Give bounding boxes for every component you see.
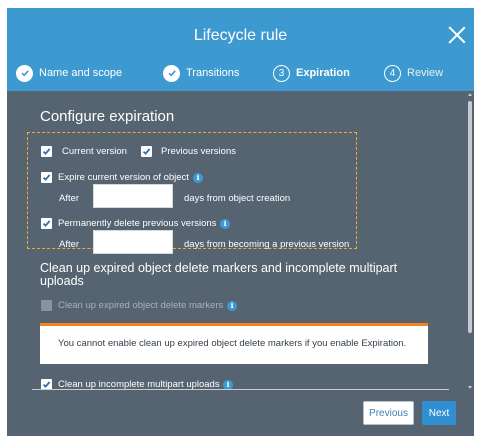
delete-previous-suffix: days from becoming a previous version bbox=[184, 239, 350, 250]
after-label: After bbox=[59, 239, 80, 250]
delete-previous-days-input[interactable] bbox=[93, 230, 173, 254]
delete-markers-checkbox[interactable] bbox=[41, 300, 52, 311]
dialog-body[interactable]: Configure expiration Current version Pre… bbox=[7, 91, 474, 391]
info-icon[interactable]: i bbox=[227, 301, 237, 311]
lifecycle-rule-dialog: Lifecycle rule Name and scope Transition… bbox=[7, 8, 474, 436]
info-icon[interactable]: i bbox=[193, 173, 203, 183]
check-circle-icon bbox=[163, 64, 180, 82]
dialog-title: Lifecycle rule bbox=[193, 27, 288, 44]
delete-previous-checkbox[interactable] bbox=[41, 218, 52, 229]
scroll-up-arrow-icon[interactable] bbox=[468, 93, 472, 96]
dialog-header: Lifecycle rule Name and scope Transition… bbox=[7, 8, 474, 91]
step-label: Expiration bbox=[296, 67, 350, 79]
step-label: Name and scope bbox=[39, 67, 123, 79]
expire-current-suffix: days from object creation bbox=[184, 193, 291, 204]
step-expiration[interactable]: 3 Expiration bbox=[273, 63, 350, 83]
step-number-badge: 3 bbox=[273, 64, 290, 82]
step-review[interactable]: 4 Review bbox=[384, 63, 443, 83]
check-circle-icon bbox=[16, 64, 33, 82]
footer-divider bbox=[32, 389, 449, 390]
expiration-warning-notice: You cannot enable clean up expired objec… bbox=[40, 323, 428, 364]
expire-current-label: Expire current version of object bbox=[58, 172, 189, 183]
step-transitions[interactable]: Transitions bbox=[163, 63, 239, 83]
delete-previous-label: Permanently delete previous versions bbox=[58, 218, 217, 229]
wizard-steps: Name and scope Transitions 3 Expiration … bbox=[7, 63, 474, 83]
delete-markers-label: Clean up expired object delete markers bbox=[58, 300, 224, 311]
vertical-scrollbar[interactable] bbox=[466, 91, 474, 391]
expire-current-checkbox[interactable] bbox=[41, 172, 52, 183]
expire-current-days-input[interactable] bbox=[93, 184, 173, 208]
configure-expiration-title: Configure expiration bbox=[40, 108, 175, 125]
step-label: Review bbox=[407, 67, 444, 79]
next-button[interactable]: Next bbox=[422, 401, 456, 425]
scroll-down-arrow-icon[interactable] bbox=[468, 386, 472, 389]
previous-versions-checkbox[interactable] bbox=[141, 146, 152, 157]
scroll-thumb[interactable] bbox=[468, 101, 472, 333]
current-version-label: Current version bbox=[62, 146, 127, 157]
info-icon[interactable]: i bbox=[220, 219, 230, 229]
after-label: After bbox=[59, 193, 80, 204]
step-name-and-scope[interactable]: Name and scope bbox=[16, 63, 122, 83]
step-number-badge: 4 bbox=[384, 64, 401, 82]
cleanup-title: Clean up expired object delete markers a… bbox=[40, 261, 398, 288]
current-version-checkbox[interactable] bbox=[41, 146, 52, 157]
step-label: Transitions bbox=[186, 67, 240, 79]
previous-versions-label: Previous versions bbox=[161, 146, 236, 157]
previous-button[interactable]: Previous bbox=[363, 401, 414, 425]
close-icon[interactable] bbox=[448, 26, 466, 44]
dialog-footer: Previous Next bbox=[7, 391, 474, 436]
